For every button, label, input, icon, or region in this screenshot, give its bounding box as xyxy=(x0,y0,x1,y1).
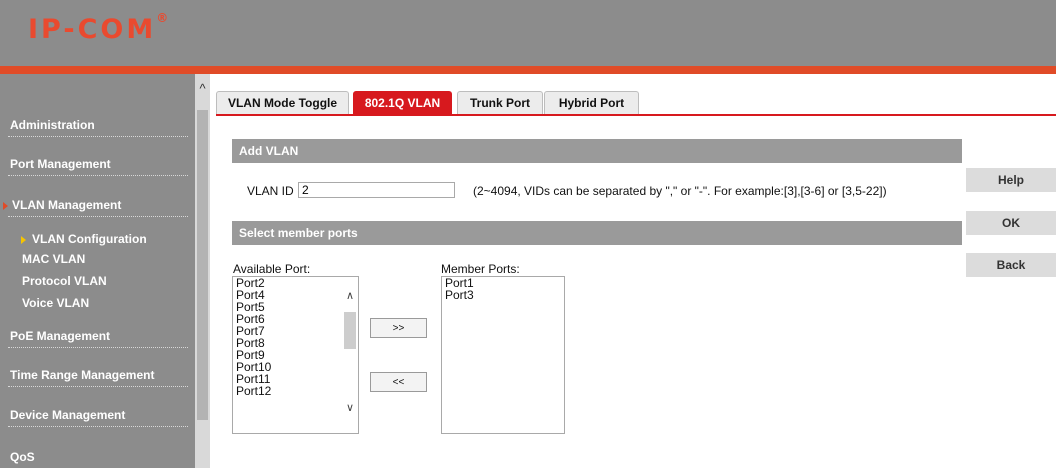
sidebar-subitem-label: VLAN Configuration xyxy=(32,232,147,246)
sidebar-item-time-range-management[interactable]: Time Range Management xyxy=(0,366,195,387)
port-option[interactable]: Port12 xyxy=(233,385,358,397)
section-title: Add VLAN xyxy=(239,144,299,158)
vlan-id-hint: (2~4094, VIDs can be separated by "," or… xyxy=(473,184,887,198)
sidebar-item-label: Device Management xyxy=(10,408,126,422)
select-member-ports-header: Select member ports xyxy=(232,221,962,245)
section-title: Select member ports xyxy=(239,226,358,240)
back-button[interactable]: Back xyxy=(966,253,1056,277)
header-bar: IP-COM® xyxy=(0,0,1056,66)
sidebar-subitem-label: Protocol VLAN xyxy=(22,274,107,288)
scroll-down-icon[interactable]: ∨ xyxy=(344,401,356,414)
sidebar-item-label: PoE Management xyxy=(10,329,111,343)
tab-hybrid-port[interactable]: Hybrid Port xyxy=(544,91,639,114)
tab-label: 802.1Q VLAN xyxy=(364,96,441,110)
sidebar-subitem-voice-vlan[interactable]: Voice VLAN xyxy=(0,294,195,312)
sidebar-item-port-management[interactable]: Port Management xyxy=(0,155,195,176)
sidebar-subitem-protocol-vlan[interactable]: Protocol VLAN xyxy=(0,272,195,290)
sidebar-item-label: Port Management xyxy=(10,157,111,171)
tab-vlan-mode-toggle[interactable]: VLAN Mode Toggle xyxy=(216,91,349,114)
selected-arrow-icon xyxy=(21,236,26,244)
ok-button[interactable]: OK xyxy=(966,211,1056,235)
vlan-id-input[interactable] xyxy=(298,182,455,198)
expanded-arrow-icon xyxy=(3,202,8,210)
sidebar-subitem-mac-vlan[interactable]: MAC VLAN xyxy=(0,250,195,268)
member-ports-list[interactable]: Port1 Port3 xyxy=(441,276,565,434)
tab-label: Hybrid Port xyxy=(558,96,625,110)
vlan-id-label: VLAN ID xyxy=(247,184,294,198)
sidebar-item-poe-management[interactable]: PoE Management xyxy=(0,327,195,348)
sidebar-subitem-label: MAC VLAN xyxy=(22,252,86,266)
sidebar-item-label: Administration xyxy=(10,118,95,132)
sidebar-item-administration[interactable]: Administration xyxy=(0,116,195,137)
tab-802-1q-vlan[interactable]: 802.1Q VLAN xyxy=(353,91,452,114)
available-port-label: Available Port: xyxy=(233,262,311,276)
tab-trunk-port[interactable]: Trunk Port xyxy=(457,91,543,114)
sidebar-item-vlan-management[interactable]: VLAN Management xyxy=(0,196,195,217)
remove-port-button[interactable]: << xyxy=(370,372,427,392)
sidebar-scrollbar-thumb[interactable] xyxy=(197,110,208,420)
port-option[interactable]: Port3 xyxy=(442,289,564,301)
header-accent-bar xyxy=(0,66,1056,74)
add-vlan-header: Add VLAN xyxy=(232,139,962,163)
sidebar-item-label: Time Range Management xyxy=(10,368,155,382)
sidebar-item-device-management[interactable]: Device Management xyxy=(0,406,195,427)
available-ports-list[interactable]: Port2 Port4 Port5 Port6 Port7 Port8 Port9 Port1… xyxy=(232,276,359,434)
ip-com-logo: IP-COM® xyxy=(28,11,169,45)
sidebar-item-label: VLAN Management xyxy=(12,198,122,212)
sidebar-item-qos[interactable]: QoS xyxy=(0,448,195,468)
scroll-up-icon[interactable]: ∧ xyxy=(344,289,356,302)
sidebar-item-label: QoS xyxy=(10,450,35,464)
scroll-up-icon[interactable]: ^ xyxy=(196,82,209,96)
help-button[interactable]: Help xyxy=(966,168,1056,192)
sidebar-subitem-vlan-configuration[interactable]: VLAN Configuration xyxy=(0,230,195,248)
sidebar-subitem-label: Voice VLAN xyxy=(22,296,90,310)
member-ports-label: Member Ports: xyxy=(441,262,520,276)
tab-label: Trunk Port xyxy=(469,96,530,110)
tab-label: VLAN Mode Toggle xyxy=(227,96,338,110)
available-ports-scroll-thumb[interactable] xyxy=(344,312,356,349)
add-port-button[interactable]: >> xyxy=(370,318,427,338)
tab-underline xyxy=(216,114,1056,116)
